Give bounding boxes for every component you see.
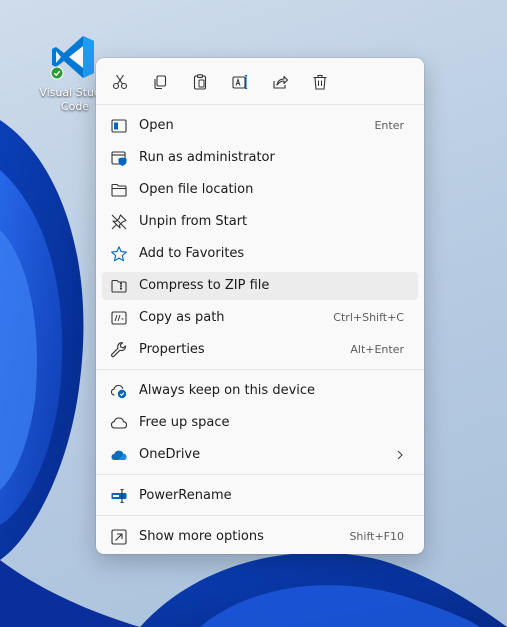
unpin-icon bbox=[110, 213, 128, 231]
cloud-keep-icon bbox=[110, 382, 128, 400]
menu-item-copy-as-path[interactable]: Copy as path Ctrl+Shift+C bbox=[102, 304, 418, 332]
menu-item-powerrename[interactable]: PowerRename bbox=[102, 482, 418, 510]
menu-item-open-file-location[interactable]: Open file location bbox=[102, 176, 418, 204]
menu-item-compress-to-zip-label: Compress to ZIP file bbox=[139, 278, 270, 293]
menu-item-always-keep-on-device[interactable]: Always keep on this device bbox=[102, 377, 418, 405]
powerrename-icon bbox=[110, 487, 128, 505]
menu-item-add-to-favorites[interactable]: Add to Favorites bbox=[102, 240, 418, 268]
delete-button[interactable] bbox=[304, 68, 336, 96]
rename-icon bbox=[232, 74, 248, 90]
rename-button[interactable] bbox=[224, 68, 256, 96]
star-icon bbox=[110, 245, 128, 263]
menu-item-onedrive-label: OneDrive bbox=[139, 447, 201, 462]
menu-item-show-more-options[interactable]: Show more options Shift+F10 bbox=[102, 523, 418, 551]
menu-item-always-keep-on-device-label: Always keep on this device bbox=[139, 383, 316, 398]
context-menu-toolbar bbox=[96, 58, 424, 105]
menu-item-properties-shortcut: Alt+Enter bbox=[350, 343, 404, 356]
menu-item-free-up-space[interactable]: Free up space bbox=[102, 409, 418, 437]
menu-item-onedrive[interactable]: OneDrive bbox=[102, 441, 418, 469]
share-button[interactable] bbox=[264, 68, 296, 96]
show-more-options-icon bbox=[110, 528, 128, 546]
menu-item-compress-to-zip[interactable]: Compress to ZIP file bbox=[102, 272, 418, 300]
menu-separator bbox=[96, 474, 424, 475]
menu-item-open[interactable]: Open Enter bbox=[102, 112, 418, 140]
menu-item-copy-as-path-shortcut: Ctrl+Shift+C bbox=[333, 311, 404, 324]
folder-icon bbox=[110, 181, 128, 199]
context-menu: Open Enter Run as administrator Open fil… bbox=[96, 58, 424, 554]
copy-path-icon bbox=[110, 309, 128, 327]
zip-folder-icon bbox=[110, 277, 128, 295]
menu-item-free-up-space-label: Free up space bbox=[139, 415, 230, 430]
menu-item-show-more-options-label: Show more options bbox=[139, 529, 264, 544]
trash-icon bbox=[313, 74, 327, 90]
menu-separator bbox=[96, 515, 424, 516]
menu-item-unpin-from-start-label: Unpin from Start bbox=[139, 214, 248, 229]
cloud-icon bbox=[110, 414, 128, 432]
chevron-right-icon bbox=[397, 450, 403, 460]
menu-item-open-shortcut: Enter bbox=[374, 119, 404, 132]
copy-icon bbox=[154, 75, 167, 90]
menu-item-run-as-administrator-label: Run as administrator bbox=[139, 150, 275, 165]
menu-separator bbox=[96, 369, 424, 370]
cut-button[interactable] bbox=[104, 68, 136, 96]
menu-item-powerrename-label: PowerRename bbox=[139, 488, 232, 503]
menu-item-properties-label: Properties bbox=[139, 342, 205, 357]
open-app-icon bbox=[110, 117, 128, 135]
paste-icon bbox=[193, 74, 207, 90]
menu-item-open-file-location-label: Open file location bbox=[139, 182, 254, 197]
menu-item-unpin-from-start[interactable]: Unpin from Start bbox=[102, 208, 418, 236]
scissors-icon bbox=[112, 74, 128, 90]
menu-item-open-label: Open bbox=[139, 118, 174, 133]
paste-button[interactable] bbox=[184, 68, 216, 96]
wrench-icon bbox=[110, 341, 128, 359]
menu-item-properties[interactable]: Properties Alt+Enter bbox=[102, 336, 418, 364]
menu-item-run-as-administrator[interactable]: Run as administrator bbox=[102, 144, 418, 172]
share-icon bbox=[273, 75, 289, 89]
menu-item-show-more-options-shortcut: Shift+F10 bbox=[349, 530, 404, 543]
menu-item-copy-as-path-label: Copy as path bbox=[139, 310, 225, 325]
copy-button[interactable] bbox=[144, 68, 176, 96]
menu-item-add-to-favorites-label: Add to Favorites bbox=[139, 246, 245, 261]
sync-check-icon bbox=[50, 66, 64, 80]
onedrive-icon bbox=[110, 446, 128, 464]
admin-shield-icon bbox=[110, 149, 128, 167]
